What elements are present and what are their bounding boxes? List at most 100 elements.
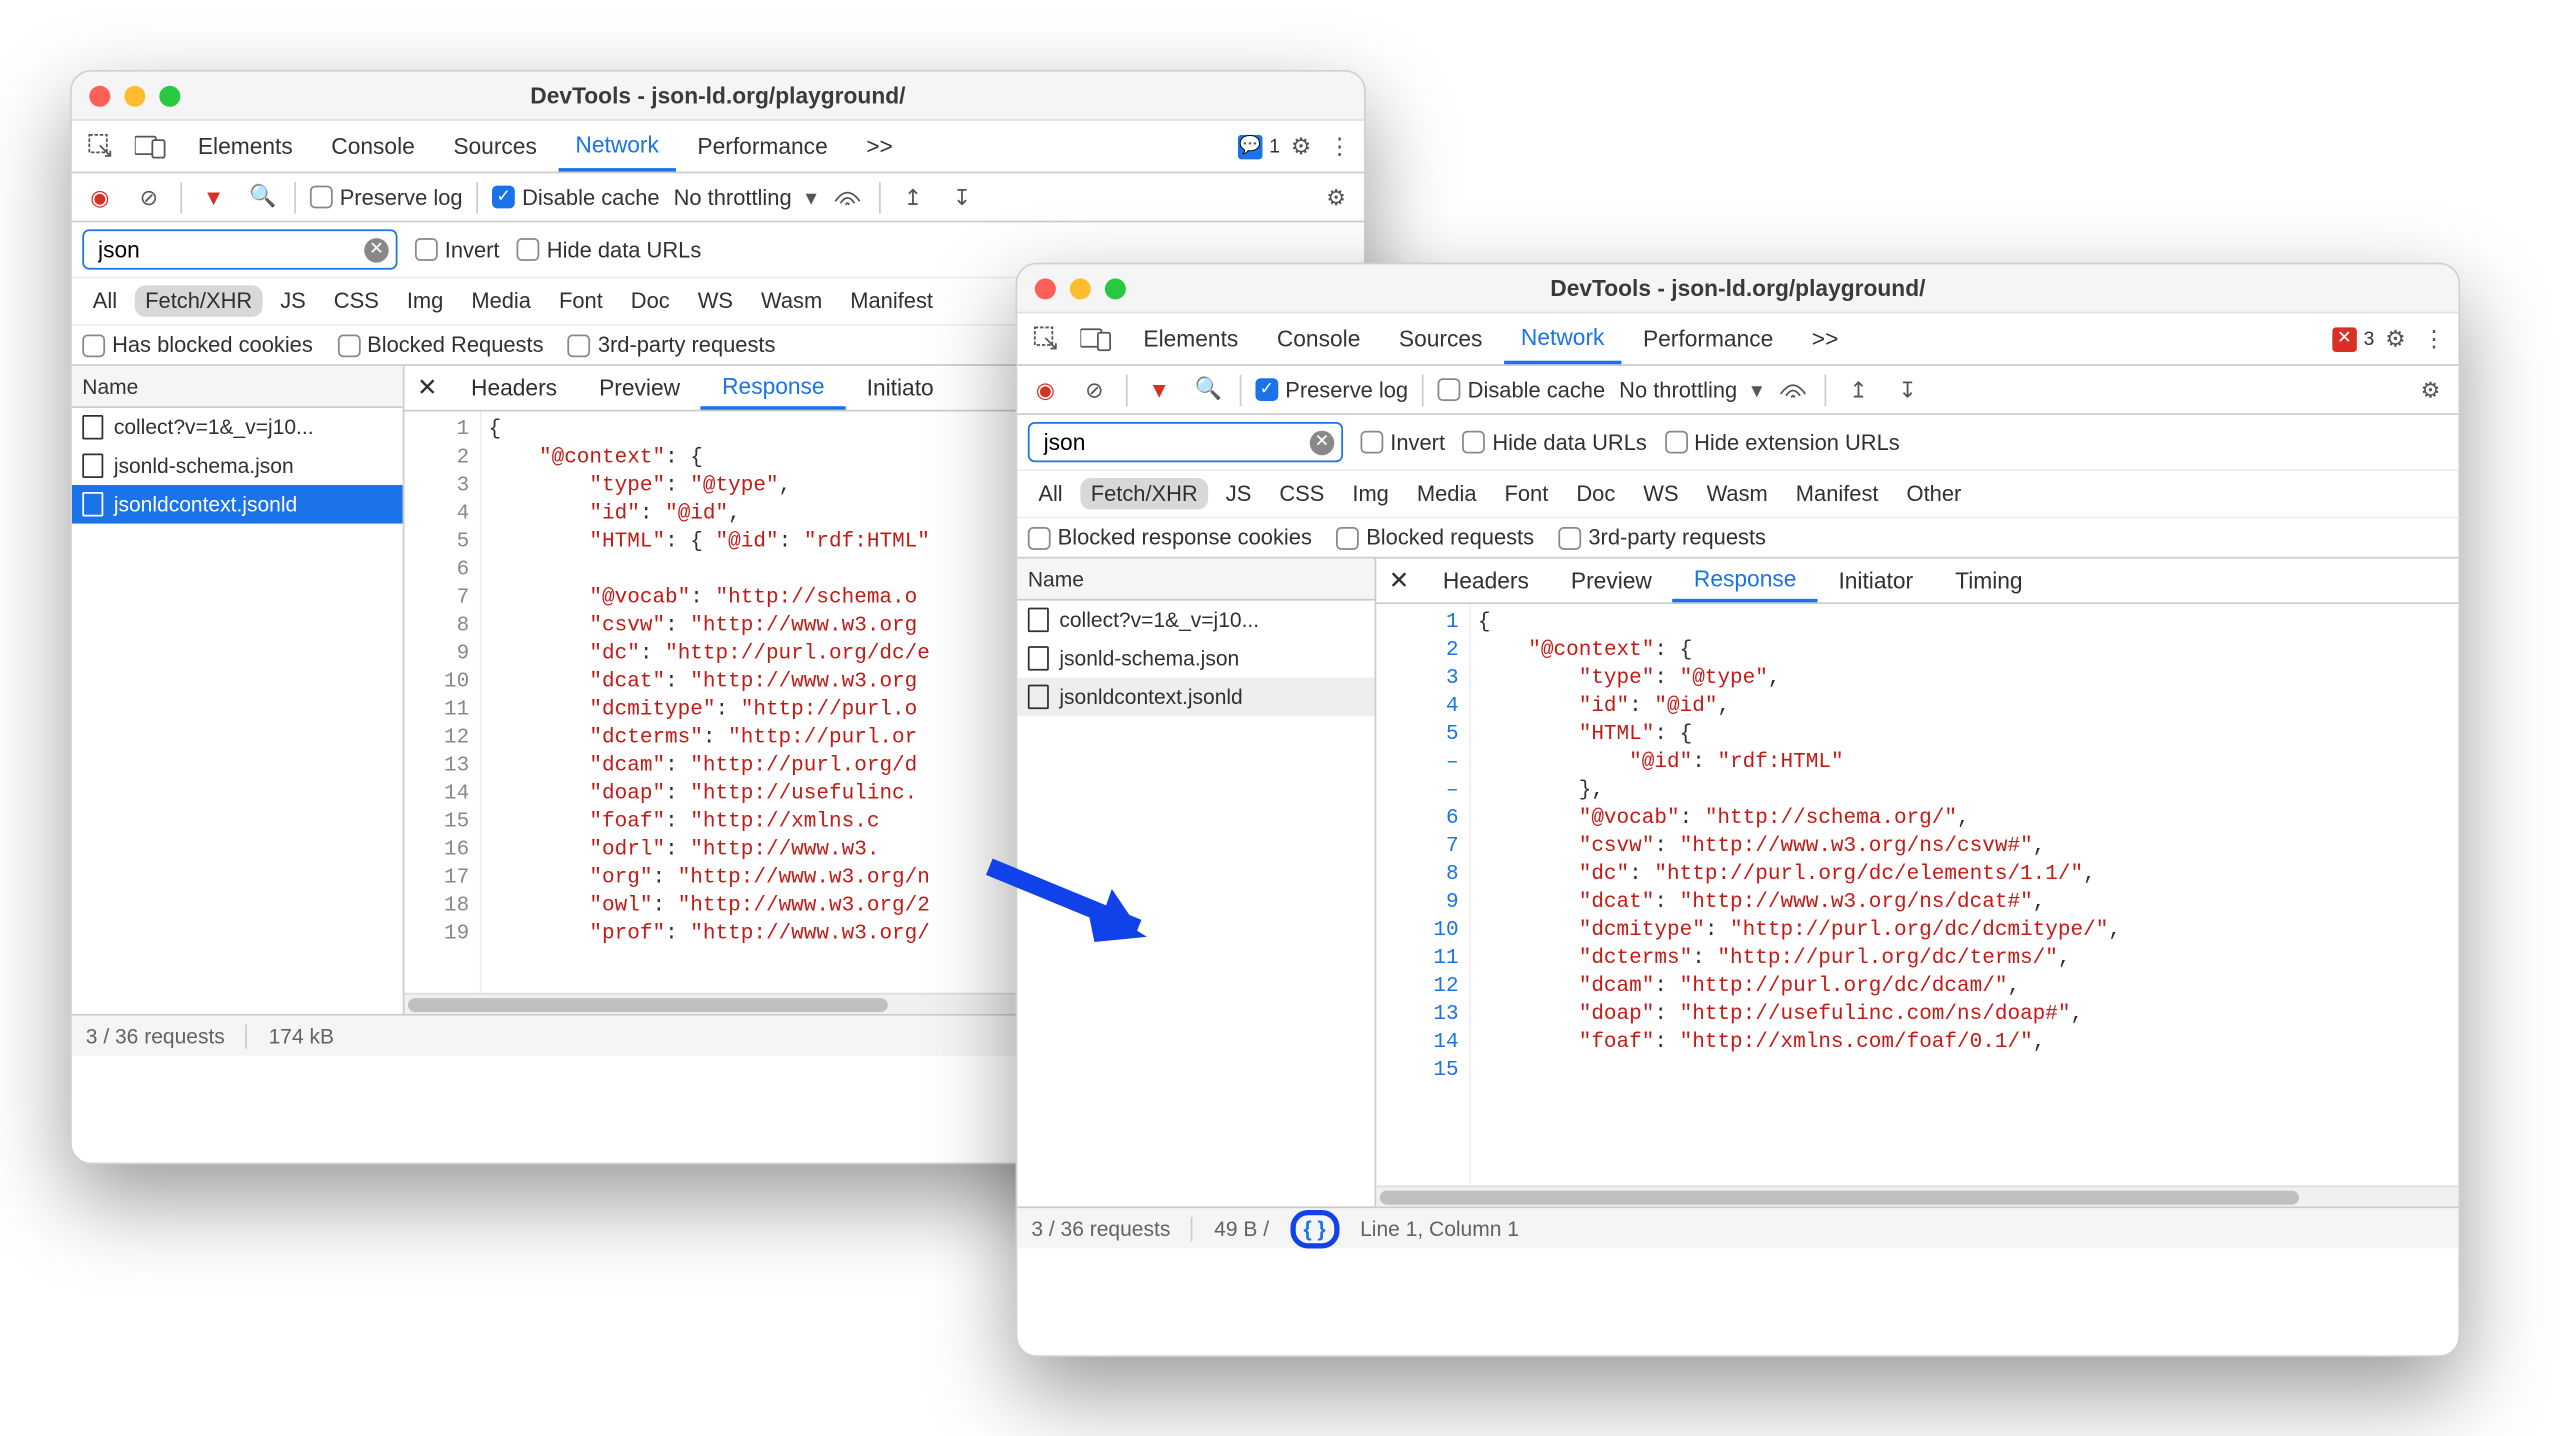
type-js[interactable]: JS	[1215, 478, 1262, 510]
device-toolbar-icon[interactable]	[1073, 327, 1119, 352]
detail-tab-timing[interactable]: Timing	[1934, 559, 2043, 603]
tab-sources[interactable]: Sources	[1381, 313, 1500, 364]
import-icon[interactable]: ↥	[1841, 372, 1876, 407]
invert-checkbox[interactable]: Invert	[1361, 430, 1446, 455]
tab-elements[interactable]: Elements	[180, 121, 310, 172]
detail-tab-response[interactable]: Response	[1673, 559, 1818, 603]
detail-tab-headers[interactable]: Headers	[1422, 559, 1550, 603]
code-content[interactable]: { "@context": { "type": "@type", "id": "…	[1471, 604, 2459, 1185]
search-icon[interactable]: 🔍	[245, 179, 280, 214]
third-party-checkbox[interactable]: 3rd-party requests	[568, 333, 775, 358]
type-manifest[interactable]: Manifest	[1785, 478, 1889, 510]
type-fetchxhr[interactable]: Fetch/XHR	[135, 285, 263, 317]
close-window-icon[interactable]	[1035, 278, 1056, 299]
clear-icon[interactable]: ⊘	[131, 179, 166, 214]
maximize-window-icon[interactable]	[1105, 278, 1126, 299]
type-js[interactable]: JS	[270, 285, 317, 317]
record-icon[interactable]: ◉	[1028, 372, 1063, 407]
preserve-log-checkbox[interactable]: Preserve log	[310, 185, 463, 210]
tab-network[interactable]: Network	[558, 121, 677, 172]
type-manifest[interactable]: Manifest	[840, 285, 944, 317]
hide-data-urls-checkbox[interactable]: Hide data URLs	[517, 237, 701, 262]
third-party-checkbox[interactable]: 3rd-party requests	[1559, 525, 1766, 550]
has-blocked-cookies-checkbox[interactable]: Has blocked cookies	[82, 333, 313, 358]
settings-icon[interactable]: ⚙	[1283, 129, 1318, 164]
kebab-menu-icon[interactable]: ⋮	[2416, 321, 2451, 356]
filter-input[interactable]	[1040, 427, 1303, 457]
type-media[interactable]: Media	[1406, 478, 1487, 510]
type-media[interactable]: Media	[461, 285, 542, 317]
record-icon[interactable]: ◉	[82, 179, 117, 214]
type-css[interactable]: CSS	[1269, 478, 1335, 510]
type-fetchxhr[interactable]: Fetch/XHR	[1080, 478, 1208, 510]
blocked-requests-checkbox[interactable]: Blocked requests	[1336, 525, 1534, 550]
inspect-icon[interactable]	[1024, 325, 1070, 353]
more-tabs-button[interactable]: >>	[1794, 313, 1856, 364]
chevron-down-icon[interactable]: ▾	[806, 184, 817, 210]
blocked-response-cookies-checkbox[interactable]: Blocked response cookies	[1028, 525, 1312, 550]
tab-elements[interactable]: Elements	[1126, 313, 1256, 364]
tab-console[interactable]: Console	[1259, 313, 1378, 364]
type-all[interactable]: All	[1028, 478, 1073, 510]
network-settings-icon[interactable]: ⚙	[1319, 179, 1354, 214]
export-icon[interactable]: ↧	[1890, 372, 1925, 407]
disable-cache-checkbox[interactable]: Disable cache	[1438, 377, 1605, 402]
throttling-select[interactable]: No throttling	[1619, 377, 1737, 402]
search-icon[interactable]: 🔍	[1191, 372, 1226, 407]
filter-input[interactable]	[95, 235, 358, 265]
blocked-requests-checkbox[interactable]: Blocked Requests	[337, 333, 543, 358]
tab-performance[interactable]: Performance	[680, 121, 845, 172]
clear-filter-icon[interactable]: ✕	[1310, 430, 1335, 455]
type-font[interactable]: Font	[1494, 478, 1559, 510]
device-toolbar-icon[interactable]	[128, 134, 174, 159]
settings-icon[interactable]: ⚙	[2378, 321, 2413, 356]
kebab-menu-icon[interactable]: ⋮	[1322, 129, 1357, 164]
inspect-icon[interactable]	[79, 132, 125, 160]
type-ws[interactable]: WS	[1633, 478, 1689, 510]
detail-tab-preview[interactable]: Preview	[578, 366, 701, 410]
hide-ext-urls-checkbox[interactable]: Hide extension URLs	[1664, 430, 1899, 455]
horizontal-scrollbar[interactable]	[1376, 1185, 2458, 1206]
close-detail-icon[interactable]: ✕	[1376, 566, 1422, 596]
pretty-print-button[interactable]: { }	[1290, 1209, 1339, 1248]
disable-cache-checkbox[interactable]: ✓Disable cache	[492, 185, 659, 210]
type-css[interactable]: CSS	[323, 285, 389, 317]
clear-icon[interactable]: ⊘	[1077, 372, 1112, 407]
type-wasm[interactable]: Wasm	[1696, 478, 1778, 510]
preserve-log-checkbox[interactable]: ✓Preserve log	[1255, 377, 1408, 402]
tab-network[interactable]: Network	[1503, 313, 1622, 364]
more-tabs-button[interactable]: >>	[849, 121, 911, 172]
issues-badge[interactable]: ✕3	[2332, 327, 2374, 352]
tab-sources[interactable]: Sources	[436, 121, 555, 172]
hide-data-urls-checkbox[interactable]: Hide data URLs	[1463, 430, 1647, 455]
minimize-window-icon[interactable]	[124, 85, 145, 106]
close-window-icon[interactable]	[89, 85, 110, 106]
request-row[interactable]: jsonld-schema.json	[1017, 639, 1374, 678]
type-font[interactable]: Font	[548, 285, 613, 317]
type-other[interactable]: Other	[1896, 478, 1972, 510]
issues-badge[interactable]: 💬1	[1238, 134, 1280, 159]
export-icon[interactable]: ↧	[944, 179, 979, 214]
invert-checkbox[interactable]: Invert	[415, 237, 500, 262]
maximize-window-icon[interactable]	[159, 85, 180, 106]
type-img[interactable]: Img	[396, 285, 454, 317]
close-detail-icon[interactable]: ✕	[404, 373, 450, 403]
type-img[interactable]: Img	[1342, 478, 1400, 510]
type-all[interactable]: All	[82, 285, 127, 317]
request-row[interactable]: collect?v=1&_v=j10...	[72, 408, 403, 447]
type-ws[interactable]: WS	[687, 285, 743, 317]
tab-console[interactable]: Console	[314, 121, 433, 172]
network-conditions-icon[interactable]	[1776, 372, 1811, 407]
import-icon[interactable]: ↥	[895, 179, 930, 214]
detail-tab-initiator[interactable]: Initiato	[846, 366, 951, 410]
detail-tab-headers[interactable]: Headers	[450, 366, 578, 410]
detail-tab-initiator[interactable]: Initiator	[1817, 559, 1934, 603]
type-doc[interactable]: Doc	[620, 285, 680, 317]
network-settings-icon[interactable]: ⚙	[2413, 372, 2448, 407]
request-row[interactable]: collect?v=1&_v=j10...	[1017, 601, 1374, 640]
detail-tab-preview[interactable]: Preview	[1550, 559, 1673, 603]
clear-filter-icon[interactable]: ✕	[364, 237, 389, 262]
request-row[interactable]: jsonldcontext.jsonld	[1017, 678, 1374, 717]
network-conditions-icon[interactable]	[831, 179, 866, 214]
type-wasm[interactable]: Wasm	[751, 285, 833, 317]
